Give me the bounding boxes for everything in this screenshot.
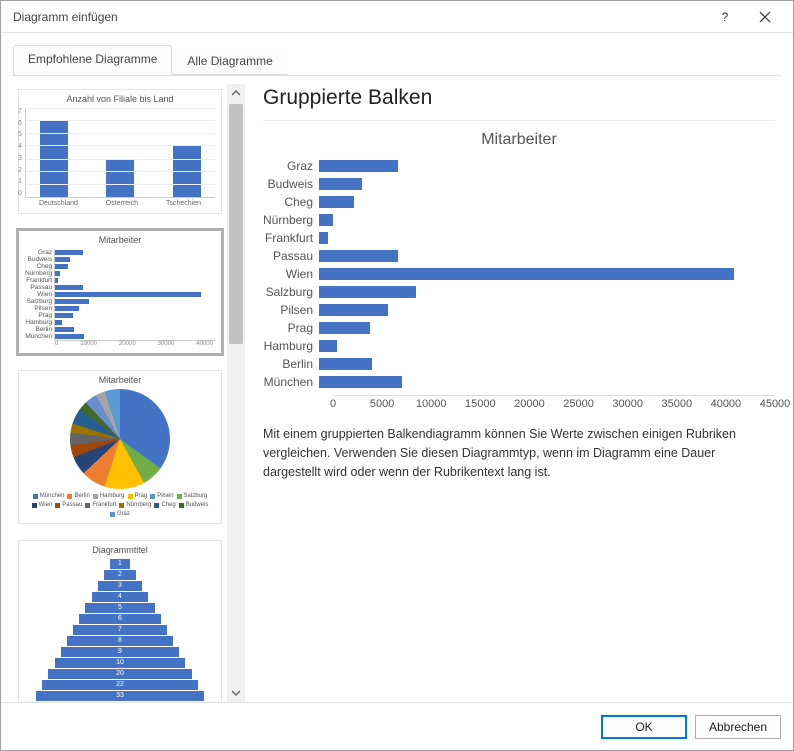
insert-chart-dialog: { "dialog": { "title": "Diagramm einfüge…	[0, 0, 794, 751]
chart-plot-area	[319, 157, 775, 391]
close-icon	[759, 11, 771, 23]
chart-x-axis: 0500010000150002000025000300003500040000…	[333, 395, 775, 411]
chart-thumb-column[interactable]: Anzahl von Filiale bis Land 76543210 Deu…	[13, 84, 227, 219]
chart-thumbnails-panel: Anzahl von Filiale bis Land 76543210 Deu…	[13, 84, 245, 702]
chevron-down-icon	[232, 689, 240, 697]
tabs: Empfohlene Diagramme Alle Diagramme	[1, 33, 793, 75]
chart-preview-panel: Gruppierte Balken Mitarbeiter GrazBudwei…	[245, 84, 781, 702]
dialog-footer: OK Abbrechen	[1, 702, 793, 750]
chart-thumb-funnel[interactable]: Diagrammtitel 1234567891020223378	[13, 535, 227, 702]
tab-all[interactable]: Alle Diagramme	[172, 47, 287, 75]
scroll-up-button[interactable]	[227, 84, 245, 102]
chart-thumb-bar[interactable]: Mitarbeiter GrazBudweisChegNürnbergFrank…	[13, 225, 227, 359]
chart-y-labels: GrazBudweisChegNürnbergFrankfurtPassauWi…	[263, 157, 319, 391]
help-button[interactable]: ?	[705, 3, 745, 31]
titlebar: Diagramm einfügen ?	[1, 1, 793, 33]
dialog-title: Diagramm einfügen	[9, 10, 705, 24]
chart-preview: Mitarbeiter GrazBudweisChegNürnbergFrank…	[263, 120, 775, 411]
scroll-thumb[interactable]	[229, 104, 243, 344]
tab-recommended[interactable]: Empfohlene Diagramme	[13, 45, 172, 75]
ok-button[interactable]: OK	[601, 715, 687, 739]
scroll-down-button[interactable]	[227, 684, 245, 702]
thumbnail-scrollbar[interactable]	[227, 84, 245, 702]
chart-thumb-pie[interactable]: Mitarbeiter MünchenBerlinHamburgPragPils…	[13, 365, 227, 529]
chart-description: Mit einem gruppierten Balkendiagramm kön…	[263, 425, 775, 481]
thumbnail-list: Anzahl von Filiale bis Land 76543210 Deu…	[13, 84, 227, 702]
chart-title: Mitarbeiter	[263, 131, 775, 149]
chevron-up-icon	[232, 89, 240, 97]
chart-type-heading: Gruppierte Balken	[263, 86, 775, 110]
dialog-body: Anzahl von Filiale bis Land 76543210 Deu…	[1, 76, 793, 702]
close-button[interactable]	[745, 3, 785, 31]
cancel-button[interactable]: Abbrechen	[695, 715, 781, 739]
